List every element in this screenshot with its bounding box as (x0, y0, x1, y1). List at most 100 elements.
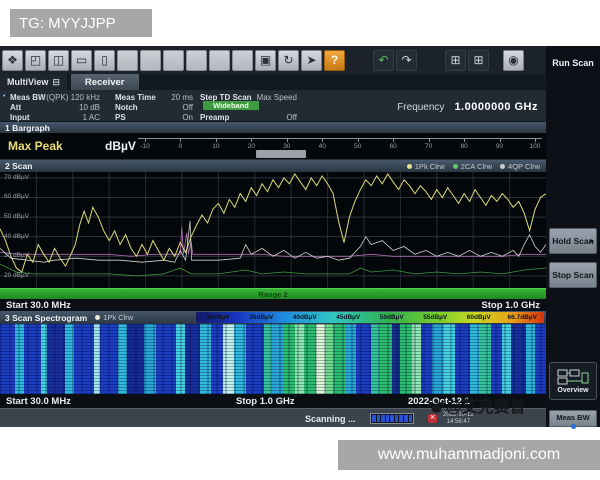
paw-logo-icon (428, 397, 445, 414)
tab-receiver-label: Receiver (85, 77, 125, 88)
bargraph-scale-tick: 10 (209, 139, 223, 156)
add-device-1-icon[interactable]: ⊞ (445, 50, 466, 71)
legend-item: 2CA Clrw (453, 162, 492, 171)
help-icon[interactable]: ? (324, 50, 345, 71)
setting-value: Off (0, 113, 297, 122)
tab-multiview-label: MultiView (7, 77, 48, 87)
scan-footer: Start 30.0 MHz Stop 1.0 GHz (0, 299, 546, 311)
save-icon[interactable]: ◫ (48, 50, 69, 71)
scanning-status: Scanning ... (305, 414, 356, 424)
bargraph-scale: -100102030405060708090100 (138, 138, 542, 156)
scan-start-freq: Start 30.0 MHz (6, 300, 71, 311)
open-file-icon[interactable]: ◰ (25, 50, 46, 71)
legend-dot-icon (453, 164, 458, 169)
progress-segment (390, 415, 394, 422)
stop-scan-label: Stop Scan (552, 270, 594, 280)
cn-watermark: @艾克赛普 (428, 393, 526, 417)
progress-segment (409, 415, 413, 422)
scan-chart[interactable]: 70 dBµV 60 dBµV 50 dBµV 40 dBµV 30 dBµV 20 dB… (0, 172, 546, 288)
bargraph-scale-tick: 60 (386, 139, 400, 156)
scan-trace-legend: 1Pk Clrw 2CA Clrw 4QP Clrw (407, 162, 546, 171)
tool-disabled-1 (117, 50, 138, 71)
add-device-2-icon[interactable]: ⊞ (468, 50, 489, 71)
scan-y-axis-label: 70 dBµV (4, 174, 29, 181)
overview-diagram-icon (557, 369, 589, 385)
camera-icon[interactable]: ◉ (503, 50, 524, 71)
progress-segment (377, 415, 381, 422)
scan-stop-freq: Stop 1.0 GHz (481, 300, 540, 311)
bargraph-unit-label: dBµV (105, 139, 136, 153)
screenshot-root: TG: MYYJJPP ❖◰◫▭▯ ▣↻➤? ↶↷ ⊞⊞ ◉ MultiView ⊟ R… (0, 0, 600, 480)
instrument-screen: ❖◰◫▭▯ ▣↻➤? ↶↷ ⊞⊞ ◉ MultiView ⊟ Receiver Wide… (0, 46, 600, 427)
scan-y-axis-label: 60 dBµV (4, 193, 29, 200)
stop-scan-button[interactable]: Stop Scan (549, 262, 597, 288)
legend-dot-icon (407, 164, 412, 169)
frequency-readout[interactable]: Frequency1.0000000 GHz (397, 101, 538, 113)
bargraph-scale-tick: 0 (173, 139, 187, 156)
spectrogram-scale-label: 45dBµV (327, 312, 371, 323)
progress-segment (381, 415, 385, 422)
spectrogram-title: 3 Scan Spectrogram (5, 313, 87, 323)
spectrogram-scale-label: 55dBµV (414, 312, 458, 323)
meas-bw-bullet: • (3, 93, 5, 100)
tg-watermark-banner: TG: MYYJJPP (10, 9, 152, 37)
pointer-help-icon[interactable]: ➤ (301, 50, 322, 71)
bargraph-detector-label: Max Peak (8, 139, 63, 153)
run-scan-button[interactable]: Run Scan (546, 58, 600, 68)
bargraph-scale-tick: 40 (315, 139, 329, 156)
bargraph-body: Max Peak dBµV -100102030405060708090100 (0, 133, 546, 160)
windows-icon[interactable]: ❖ (2, 50, 23, 71)
bargraph-indicator[interactable] (256, 150, 306, 158)
wideband-badge[interactable]: Wideband (203, 101, 259, 110)
spectrogram-scale-label: 40dBµV (283, 312, 327, 323)
tg-watermark-text: TG: MYYJJPP (19, 15, 116, 32)
status-time: 14:56:47 (447, 419, 470, 425)
bargraph-scale-tick: 70 (422, 139, 436, 156)
bargraph-scale-tick: 90 (493, 139, 507, 156)
scan-y-axis-label: 50 dBµV (4, 213, 29, 220)
cn-watermark-text: @艾克赛普 (446, 393, 526, 417)
multiview-grid-icon: ⊟ (52, 77, 60, 88)
range-bar: Range 2 (0, 288, 546, 299)
progress-segment (372, 415, 376, 422)
softkey-sidebar: Run Scan Hold Scan ▸ Stop Scan Overview (546, 46, 600, 427)
scan-window-header[interactable]: 2 Scan 1Pk Clrw 2CA Clrw 4QP Clrw (0, 160, 546, 172)
spectrogram-scale-label: 30dBµV (196, 312, 240, 323)
spectrogram-texture (0, 324, 546, 394)
frequency-value: 1.0000000 GHz (454, 101, 538, 113)
tool-disabled-3 (163, 50, 184, 71)
progress-segment (395, 415, 399, 422)
legend-dot-icon (500, 164, 505, 169)
overview-label: Overview (557, 387, 588, 394)
spectrogram-scale-label: 35dBµV (240, 312, 284, 323)
bargraph-scale-tick: 50 (351, 139, 365, 156)
scan-title: 2 Scan (5, 161, 32, 171)
spectrogram-stop-freq: Stop 1.0 GHz (236, 396, 295, 407)
redo-icon[interactable]: ↷ (396, 50, 417, 71)
spectrogram-scale-label: 66.7dBµV (501, 312, 545, 323)
scan-y-axis-label: 20 dBµV (4, 272, 29, 279)
spectrogram-scale-label: 60dBµV (457, 312, 501, 323)
spectrogram-legend-dot (95, 315, 100, 320)
overview-button[interactable]: Overview (549, 362, 597, 400)
tab-multiview[interactable]: MultiView ⊟ (0, 74, 67, 90)
site-watermark-text: www.muhammadjoni.com (378, 446, 560, 464)
tool-disabled-4 (186, 50, 207, 71)
legend-item: 4QP Clrw (500, 162, 540, 171)
meas-bw-softkey[interactable]: Meas BW (549, 410, 597, 427)
hold-scan-button[interactable]: Hold Scan ▸ (549, 228, 597, 254)
refresh-icon[interactable]: ↻ (278, 50, 299, 71)
undo-icon[interactable]: ↶ (373, 50, 394, 71)
print-icon[interactable]: ▭ (71, 50, 92, 71)
scan-traces-svg (0, 172, 546, 288)
bargraph-window-header[interactable]: 1 Bargraph (0, 122, 546, 133)
legend-item: 1Pk Clrw (407, 162, 445, 171)
tab-receiver[interactable]: Receiver (71, 74, 139, 90)
display-layout-icon[interactable]: ▣ (255, 50, 276, 71)
scan-y-axis-label: 40 dBµV (4, 233, 29, 240)
spectrogram-window-header[interactable]: 3 Scan Spectrogram 1Pk Clrw 30dBµV35dBµV… (0, 311, 546, 324)
scan-y-axis-label: 30 dBµV (4, 252, 29, 259)
page-icon[interactable]: ▯ (94, 50, 115, 71)
trace-ca (0, 264, 546, 276)
settings-bar: Wideband Frequency1.0000000 GHz Meas BW(… (0, 90, 546, 122)
